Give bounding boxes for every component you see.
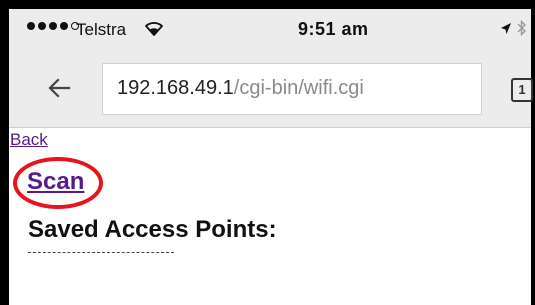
status-bar: Telstra 9:51 am 9	[9, 9, 531, 51]
signal-dot	[38, 22, 46, 30]
back-arrow-icon	[48, 78, 71, 98]
browser-toolbar: 192.168.49.1/cgi-bin/wifi.cgi 1	[9, 51, 533, 128]
signal-dot	[49, 22, 57, 30]
tab-switcher-button[interactable]: 1	[511, 78, 533, 102]
page-content: Back Scan Saved Access Points:	[9, 128, 531, 305]
browser-back-button[interactable]	[47, 75, 73, 101]
signal-dot	[27, 22, 35, 30]
device-bezel-right	[531, 0, 535, 305]
location-arrow-icon	[500, 21, 512, 41]
scan-link[interactable]: Scan	[27, 168, 84, 196]
wifi-icon	[145, 21, 163, 41]
clock-time: 9:51 am	[298, 19, 369, 39]
back-link[interactable]: Back	[10, 130, 48, 150]
bluetooth-icon	[517, 19, 527, 42]
carrier-name: Telstra	[76, 20, 127, 39]
screenshot-frame: Telstra 9:51 am 9 192.168.49.1/cg	[0, 0, 535, 305]
url-host: 192.168.49.1	[117, 77, 234, 99]
dashed-divider	[28, 252, 174, 253]
device-bezel-top	[0, 0, 535, 9]
signal-strength-icon	[27, 22, 79, 30]
url-path: /cgi-bin/wifi.cgi	[233, 77, 364, 99]
device-bezel-left	[0, 0, 9, 305]
signal-dot	[60, 22, 68, 30]
saved-access-points-heading: Saved Access Points:	[28, 216, 277, 243]
url-text: 192.168.49.1/cgi-bin/wifi.cgi	[117, 77, 364, 100]
address-bar[interactable]: 192.168.49.1/cgi-bin/wifi.cgi	[102, 63, 482, 115]
